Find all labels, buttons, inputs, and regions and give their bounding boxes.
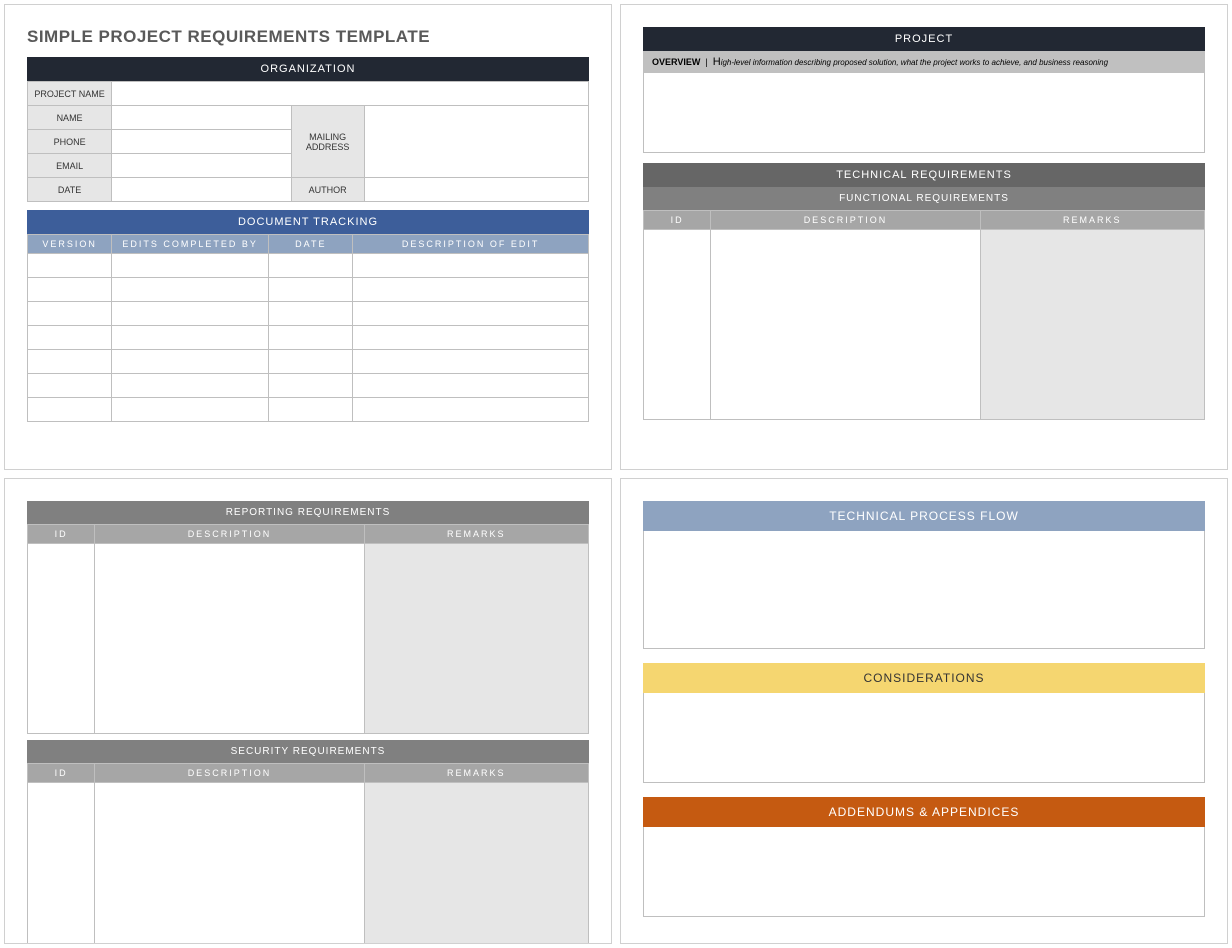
- tracking-header: DOCUMENT TRACKING: [27, 210, 589, 234]
- label-mailing-address: MAILING ADDRESS: [291, 106, 364, 178]
- table-row[interactable]: [28, 374, 589, 398]
- label-author: AUTHOR: [291, 178, 364, 202]
- table-row[interactable]: [28, 254, 589, 278]
- table-row[interactable]: [28, 398, 589, 422]
- col-edits-by: EDITS COMPLETED BY: [112, 235, 269, 254]
- project-header: PROJECT: [643, 27, 1205, 51]
- col-version: VERSION: [28, 235, 112, 254]
- input-phone[interactable]: [112, 130, 292, 154]
- process-flow-content[interactable]: [643, 531, 1205, 649]
- func-req-header: FUNCTIONAL REQUIREMENTS: [643, 187, 1205, 210]
- overview-label: OVERVIEW: [652, 57, 700, 67]
- input-name[interactable]: [112, 106, 292, 130]
- col-date: DATE: [269, 235, 353, 254]
- overview-content[interactable]: [643, 73, 1205, 153]
- tracking-table: VERSION EDITS COMPLETED BY DATE DESCRIPT…: [27, 234, 589, 422]
- overview-bar: OVERVIEW | High-level information descri…: [643, 51, 1205, 73]
- col-description: DESCRIPTION: [95, 525, 364, 544]
- col-remarks: REMARKS: [364, 525, 588, 544]
- reporting-req-header: REPORTING REQUIREMENTS: [27, 501, 589, 524]
- tech-req-header: TECHNICAL REQUIREMENTS: [643, 163, 1205, 187]
- considerations-content[interactable]: [643, 693, 1205, 783]
- overview-text: igh-level information describing propose…: [721, 58, 1108, 67]
- label-phone: PHONE: [28, 130, 112, 154]
- col-remarks: REMARKS: [980, 211, 1204, 230]
- overview-firstchar: H: [713, 56, 721, 68]
- input-mailing-address[interactable]: [364, 106, 588, 178]
- organization-table: PROJECT NAME NAME MAILING ADDRESS PHONE …: [27, 81, 589, 202]
- addendums-content[interactable]: [643, 827, 1205, 917]
- functional-req-table: ID DESCRIPTION REMARKS: [643, 210, 1205, 420]
- table-row[interactable]: [28, 302, 589, 326]
- process-flow-header: TECHNICAL PROCESS FLOW: [643, 501, 1205, 531]
- col-description: DESCRIPTION: [95, 764, 364, 783]
- table-row[interactable]: [28, 350, 589, 374]
- page-2: PROJECT OVERVIEW | High-level informatio…: [620, 4, 1228, 470]
- template-title: SIMPLE PROJECT REQUIREMENTS TEMPLATE: [27, 27, 589, 47]
- label-email: EMAIL: [28, 154, 112, 178]
- label-date: DATE: [28, 178, 112, 202]
- input-author[interactable]: [364, 178, 588, 202]
- organization-header: ORGANIZATION: [27, 57, 589, 81]
- input-email[interactable]: [112, 154, 292, 178]
- col-id: ID: [28, 764, 95, 783]
- reporting-req-table: ID DESCRIPTION REMARKS: [27, 524, 589, 734]
- table-row[interactable]: [28, 278, 589, 302]
- table-row[interactable]: [28, 326, 589, 350]
- page-1: SIMPLE PROJECT REQUIREMENTS TEMPLATE ORG…: [4, 4, 612, 470]
- input-date[interactable]: [112, 178, 292, 202]
- col-id: ID: [28, 525, 95, 544]
- label-project-name: PROJECT NAME: [28, 82, 112, 106]
- page-4: TECHNICAL PROCESS FLOW CONSIDERATIONS AD…: [620, 478, 1228, 944]
- addendums-header: ADDENDUMS & APPENDICES: [643, 797, 1205, 827]
- input-project-name[interactable]: [112, 82, 589, 106]
- table-row[interactable]: [644, 230, 1205, 420]
- security-req-header: SECURITY REQUIREMENTS: [27, 740, 589, 763]
- page-3: REPORTING REQUIREMENTS ID DESCRIPTION RE…: [4, 478, 612, 944]
- security-req-table: ID DESCRIPTION REMARKS: [27, 763, 589, 944]
- col-description: DESCRIPTION: [711, 211, 980, 230]
- table-row[interactable]: [28, 783, 589, 945]
- table-row[interactable]: [28, 544, 589, 734]
- col-desc: DESCRIPTION OF EDIT: [353, 235, 589, 254]
- considerations-header: CONSIDERATIONS: [643, 663, 1205, 693]
- col-remarks: REMARKS: [364, 764, 588, 783]
- col-id: ID: [644, 211, 711, 230]
- label-name: NAME: [28, 106, 112, 130]
